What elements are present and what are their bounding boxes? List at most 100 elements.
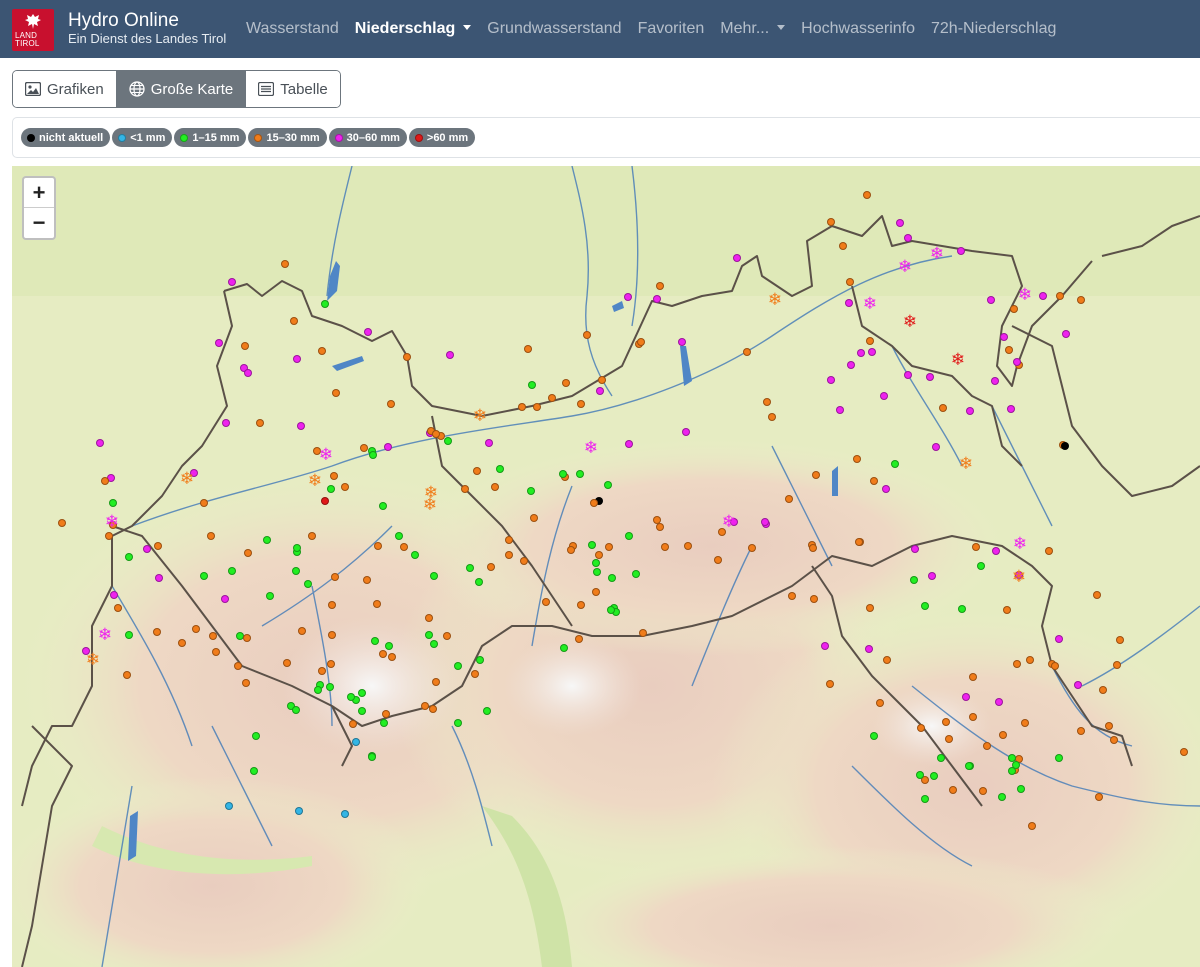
snow-station-icon[interactable]: ❄ xyxy=(897,259,913,276)
station-marker[interactable] xyxy=(883,656,891,664)
station-marker[interactable] xyxy=(207,532,215,540)
station-marker[interactable] xyxy=(855,538,863,546)
station-marker[interactable] xyxy=(991,377,999,385)
station-marker[interactable] xyxy=(1062,330,1070,338)
station-marker[interactable] xyxy=(1005,346,1013,354)
station-marker[interactable] xyxy=(639,629,647,637)
station-marker[interactable] xyxy=(518,403,526,411)
station-marker[interactable] xyxy=(942,718,950,726)
station-marker[interactable] xyxy=(379,650,387,658)
station-marker[interactable] xyxy=(608,574,616,582)
station-marker[interactable] xyxy=(473,467,481,475)
station-marker[interactable] xyxy=(932,443,940,451)
station-marker[interactable] xyxy=(244,369,252,377)
station-marker[interactable] xyxy=(314,686,322,694)
station-marker[interactable] xyxy=(876,699,884,707)
station-marker[interactable] xyxy=(125,631,133,639)
station-marker[interactable] xyxy=(281,260,289,268)
station-marker[interactable] xyxy=(266,592,274,600)
station-marker[interactable] xyxy=(328,601,336,609)
station-marker[interactable] xyxy=(308,532,316,540)
station-marker[interactable] xyxy=(592,588,600,596)
station-marker[interactable] xyxy=(530,514,538,522)
station-marker[interactable] xyxy=(528,381,536,389)
station-marker[interactable] xyxy=(917,724,925,732)
station-marker[interactable] xyxy=(466,564,474,572)
station-marker[interactable] xyxy=(1093,591,1101,599)
station-marker[interactable] xyxy=(605,543,613,551)
station-marker[interactable] xyxy=(593,568,601,576)
station-marker[interactable] xyxy=(295,807,303,815)
station-marker[interactable] xyxy=(1113,661,1121,669)
view-tabelle-button[interactable]: Tabelle xyxy=(246,71,340,107)
station-marker[interactable] xyxy=(868,348,876,356)
station-marker[interactable] xyxy=(496,465,504,473)
station-marker[interactable] xyxy=(222,419,230,427)
station-marker[interactable] xyxy=(425,631,433,639)
snow-station-icon[interactable]: ❄ xyxy=(929,246,945,263)
snow-station-icon[interactable]: ❄ xyxy=(1017,287,1033,304)
nav-niederschlag[interactable]: Niederschlag xyxy=(347,20,479,38)
station-marker[interactable] xyxy=(358,707,366,715)
station-marker[interactable] xyxy=(228,278,236,286)
station-marker[interactable] xyxy=(788,592,796,600)
nav-favoriten[interactable]: Favoriten xyxy=(630,20,713,38)
station-marker[interactable] xyxy=(292,706,300,714)
station-marker[interactable] xyxy=(243,634,251,642)
station-marker[interactable] xyxy=(624,293,632,301)
station-marker[interactable] xyxy=(595,551,603,559)
station-marker[interactable] xyxy=(588,541,596,549)
station-marker[interactable] xyxy=(461,485,469,493)
station-marker[interactable] xyxy=(96,439,104,447)
station-marker[interactable] xyxy=(583,331,591,339)
snow-station-icon[interactable]: ❄ xyxy=(767,292,783,309)
station-marker[interactable] xyxy=(592,559,600,567)
station-marker[interactable] xyxy=(998,793,1006,801)
station-marker[interactable] xyxy=(252,732,260,740)
station-marker[interactable] xyxy=(475,578,483,586)
station-marker[interactable] xyxy=(625,440,633,448)
station-marker[interactable] xyxy=(809,544,817,552)
snow-station-icon[interactable]: ❄ xyxy=(97,627,113,644)
station-marker[interactable] xyxy=(632,570,640,578)
station-marker[interactable] xyxy=(904,371,912,379)
station-marker[interactable] xyxy=(385,642,393,650)
station-marker[interactable] xyxy=(857,349,865,357)
station-marker[interactable] xyxy=(241,342,249,350)
nav-grundwasserstand[interactable]: Grundwasserstand xyxy=(479,20,629,38)
station-marker[interactable] xyxy=(242,679,250,687)
station-marker[interactable] xyxy=(969,673,977,681)
station-marker[interactable] xyxy=(330,472,338,480)
station-marker[interactable] xyxy=(443,632,451,640)
snow-station-icon[interactable]: ❄ xyxy=(862,296,878,313)
station-marker[interactable] xyxy=(178,639,186,647)
station-marker[interactable] xyxy=(916,771,924,779)
station-marker[interactable] xyxy=(949,786,957,794)
station-marker[interactable] xyxy=(866,604,874,612)
station-marker[interactable] xyxy=(761,518,769,526)
station-marker[interactable] xyxy=(154,542,162,550)
station-marker[interactable] xyxy=(684,542,692,550)
station-marker[interactable] xyxy=(1017,785,1025,793)
map[interactable]: + − ❄ ❄ ❄ ❄ ❄ ❄ ❄ ❄ ❄ ❄ ❄ ❄ ❄ ❄ ❄ ❄ ❄ ❄ ❄ ❄ ❄ xyxy=(12,166,1200,967)
station-marker[interactable] xyxy=(374,542,382,550)
nav-hochwasserinfo[interactable]: Hochwasserinfo xyxy=(793,20,923,38)
station-marker[interactable] xyxy=(283,659,291,667)
station-marker[interactable] xyxy=(596,387,604,395)
station-marker[interactable] xyxy=(653,516,661,524)
snow-station-icon[interactable]: ❄ xyxy=(307,473,323,490)
station-marker[interactable] xyxy=(328,631,336,639)
station-marker[interactable] xyxy=(228,567,236,575)
snow-station-icon[interactable]: ❄ xyxy=(950,352,966,369)
station-marker[interactable] xyxy=(388,653,396,661)
snow-station-icon[interactable]: ❄ xyxy=(583,440,599,457)
station-marker[interactable] xyxy=(125,553,133,561)
station-marker[interactable] xyxy=(1008,767,1016,775)
station-marker[interactable] xyxy=(430,640,438,648)
station-marker[interactable] xyxy=(921,602,929,610)
station-marker[interactable] xyxy=(250,767,258,775)
legend-lt-1mm[interactable]: <1 mm xyxy=(112,128,173,147)
snow-station-icon[interactable]: ❄ xyxy=(902,314,918,331)
station-marker[interactable] xyxy=(143,545,151,553)
station-marker[interactable] xyxy=(430,572,438,580)
